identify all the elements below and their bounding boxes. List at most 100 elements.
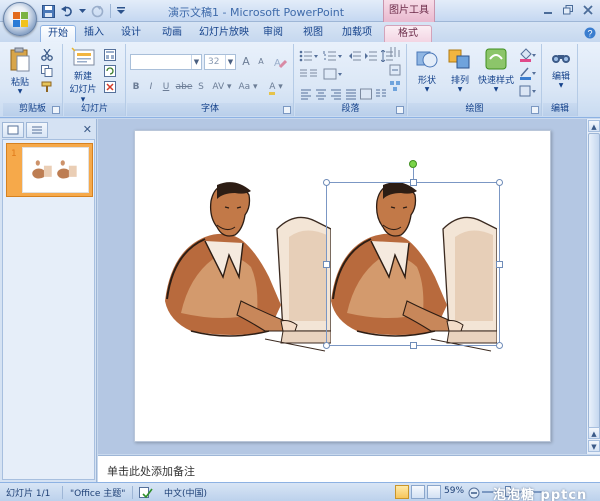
font-name-combo[interactable]: ▼ bbox=[130, 54, 202, 70]
align-center-icon[interactable] bbox=[313, 86, 329, 102]
layout-icon[interactable] bbox=[102, 47, 118, 63]
columns-2-icon[interactable] bbox=[322, 66, 344, 82]
tab-slides[interactable] bbox=[2, 122, 24, 138]
edit-button[interactable]: 编辑 ▼ bbox=[545, 47, 577, 89]
resize-handle-right[interactable] bbox=[496, 261, 503, 268]
tab-animation[interactable]: 动画 bbox=[157, 25, 187, 42]
grow-font-button[interactable]: A bbox=[239, 54, 253, 69]
cut-icon[interactable] bbox=[39, 47, 55, 63]
align-right-icon[interactable] bbox=[328, 86, 344, 102]
slide-sorter-view-button[interactable] bbox=[411, 485, 425, 499]
increase-indent-icon[interactable] bbox=[363, 48, 379, 64]
slide-thumbnail-1[interactable]: 1 bbox=[6, 143, 93, 197]
rotate-handle[interactable] bbox=[409, 160, 417, 168]
normal-view-button[interactable] bbox=[395, 485, 409, 499]
bullets-icon[interactable] bbox=[298, 48, 320, 64]
scroll-thumb[interactable] bbox=[588, 133, 600, 439]
resize-handle-bottom[interactable] bbox=[410, 342, 417, 349]
previous-slide-button[interactable]: ▲ bbox=[588, 427, 600, 439]
underline-button[interactable]: U bbox=[160, 80, 172, 95]
bold-button[interactable]: B bbox=[130, 80, 142, 95]
paragraph-launcher[interactable] bbox=[396, 106, 404, 114]
smartart-icon[interactable] bbox=[387, 78, 403, 94]
copy-icon[interactable] bbox=[39, 63, 55, 79]
tab-addins[interactable]: 加载项 bbox=[339, 25, 375, 42]
clipboard-launcher[interactable] bbox=[52, 106, 60, 114]
shape-fill-icon[interactable] bbox=[518, 47, 538, 63]
distributed-icon[interactable] bbox=[358, 86, 374, 102]
resize-handle-top-right[interactable] bbox=[496, 179, 503, 186]
undo-dropdown-icon[interactable] bbox=[78, 3, 86, 19]
format-painter-icon[interactable] bbox=[39, 79, 55, 95]
column-icon[interactable] bbox=[373, 86, 389, 102]
clipart-businessman-1[interactable] bbox=[165, 181, 332, 353]
close-pane-icon[interactable]: ✕ bbox=[83, 122, 92, 138]
resize-handle-top-left[interactable] bbox=[323, 179, 330, 186]
tab-home[interactable]: 开始 bbox=[40, 25, 76, 42]
char-spacing-button[interactable]: AV ▾ bbox=[211, 80, 233, 95]
notes-placeholder[interactable]: 单击此处添加备注 bbox=[107, 463, 195, 479]
tab-view[interactable]: 视图 bbox=[299, 25, 327, 42]
paste-button[interactable]: 粘贴 ▼ bbox=[6, 47, 34, 95]
align-text-icon[interactable] bbox=[387, 62, 403, 78]
align-left-icon[interactable] bbox=[298, 86, 314, 102]
tab-insert[interactable]: 插入 bbox=[80, 25, 108, 42]
quick-styles-dropdown-icon: ▼ bbox=[493, 86, 499, 93]
office-button[interactable] bbox=[3, 2, 37, 36]
font-launcher[interactable] bbox=[283, 106, 291, 114]
slide-canvas[interactable] bbox=[134, 130, 551, 442]
font-name-dropdown-icon[interactable]: ▼ bbox=[191, 55, 201, 69]
spell-check-icon[interactable] bbox=[138, 485, 154, 501]
numbering-icon[interactable] bbox=[322, 48, 344, 64]
font-size-combo[interactable]: 32 ▼ bbox=[204, 54, 236, 70]
zoom-level[interactable]: 59% bbox=[444, 486, 464, 496]
zoom-out-icon[interactable] bbox=[466, 485, 482, 501]
drawing-launcher[interactable] bbox=[531, 106, 539, 114]
notes-pane[interactable]: 单击此处添加备注 bbox=[98, 455, 600, 482]
close-button[interactable] bbox=[580, 2, 596, 18]
resize-handle-bottom-right[interactable] bbox=[496, 342, 503, 349]
clear-format-icon[interactable]: A bbox=[272, 54, 288, 70]
tab-review[interactable]: 审阅 bbox=[259, 25, 287, 42]
font-size-dropdown-icon[interactable]: ▼ bbox=[225, 55, 235, 69]
maximize-button[interactable] bbox=[560, 2, 576, 18]
tab-design[interactable]: 设计 bbox=[117, 25, 145, 42]
shrink-font-button[interactable]: A bbox=[254, 54, 268, 69]
quick-styles-button[interactable]: 快速样式 ▼ bbox=[475, 47, 517, 93]
resize-handle-left[interactable] bbox=[323, 261, 330, 268]
save-icon[interactable] bbox=[40, 3, 56, 19]
arrange-button[interactable]: 排列 ▼ bbox=[445, 47, 475, 93]
slideshow-view-button[interactable] bbox=[427, 485, 441, 499]
undo-icon[interactable] bbox=[59, 3, 75, 19]
decrease-indent-icon[interactable] bbox=[347, 48, 363, 64]
strikethrough-button[interactable]: abe bbox=[175, 80, 193, 95]
shapes-button[interactable]: 形状 ▼ bbox=[412, 47, 442, 93]
delete-slide-icon[interactable] bbox=[102, 79, 118, 95]
font-size-value: 32 bbox=[208, 57, 220, 67]
shape-outline-icon[interactable] bbox=[518, 65, 538, 81]
resize-handle-bottom-left[interactable] bbox=[323, 342, 330, 349]
justify-icon[interactable] bbox=[343, 86, 359, 102]
change-case-button[interactable]: Aa ▾ bbox=[237, 80, 259, 95]
tab-slideshow[interactable]: 幻灯片放映 bbox=[199, 25, 249, 42]
minimize-button[interactable] bbox=[540, 2, 556, 18]
customize-qat-icon[interactable] bbox=[116, 3, 126, 19]
reset-slide-icon[interactable] bbox=[102, 63, 118, 79]
new-slide-button[interactable]: 新建 幻灯片 ▾ bbox=[66, 47, 100, 105]
help-icon[interactable]: ? bbox=[582, 25, 598, 41]
slides-group: 新建 幻灯片 ▾ 幻灯片 bbox=[64, 44, 126, 116]
picture-selection-frame[interactable] bbox=[326, 182, 500, 346]
columns-icon[interactable] bbox=[298, 66, 320, 82]
font-color-button[interactable]: A ▾ bbox=[264, 80, 288, 95]
tab-format[interactable]: 格式 bbox=[384, 25, 432, 42]
italic-button[interactable]: I bbox=[145, 80, 157, 95]
text-shadow-button[interactable]: S bbox=[195, 80, 207, 95]
tab-outline[interactable] bbox=[26, 122, 48, 138]
resize-handle-top[interactable] bbox=[410, 179, 417, 186]
shape-effects-icon[interactable] bbox=[518, 83, 538, 99]
vertical-scrollbar[interactable]: ▲ ▲ ▼ bbox=[586, 119, 600, 454]
text-direction-icon[interactable] bbox=[387, 44, 403, 60]
next-slide-button[interactable]: ▼ bbox=[588, 440, 600, 452]
redo-icon[interactable] bbox=[89, 3, 105, 19]
scroll-up-button[interactable]: ▲ bbox=[588, 120, 600, 132]
